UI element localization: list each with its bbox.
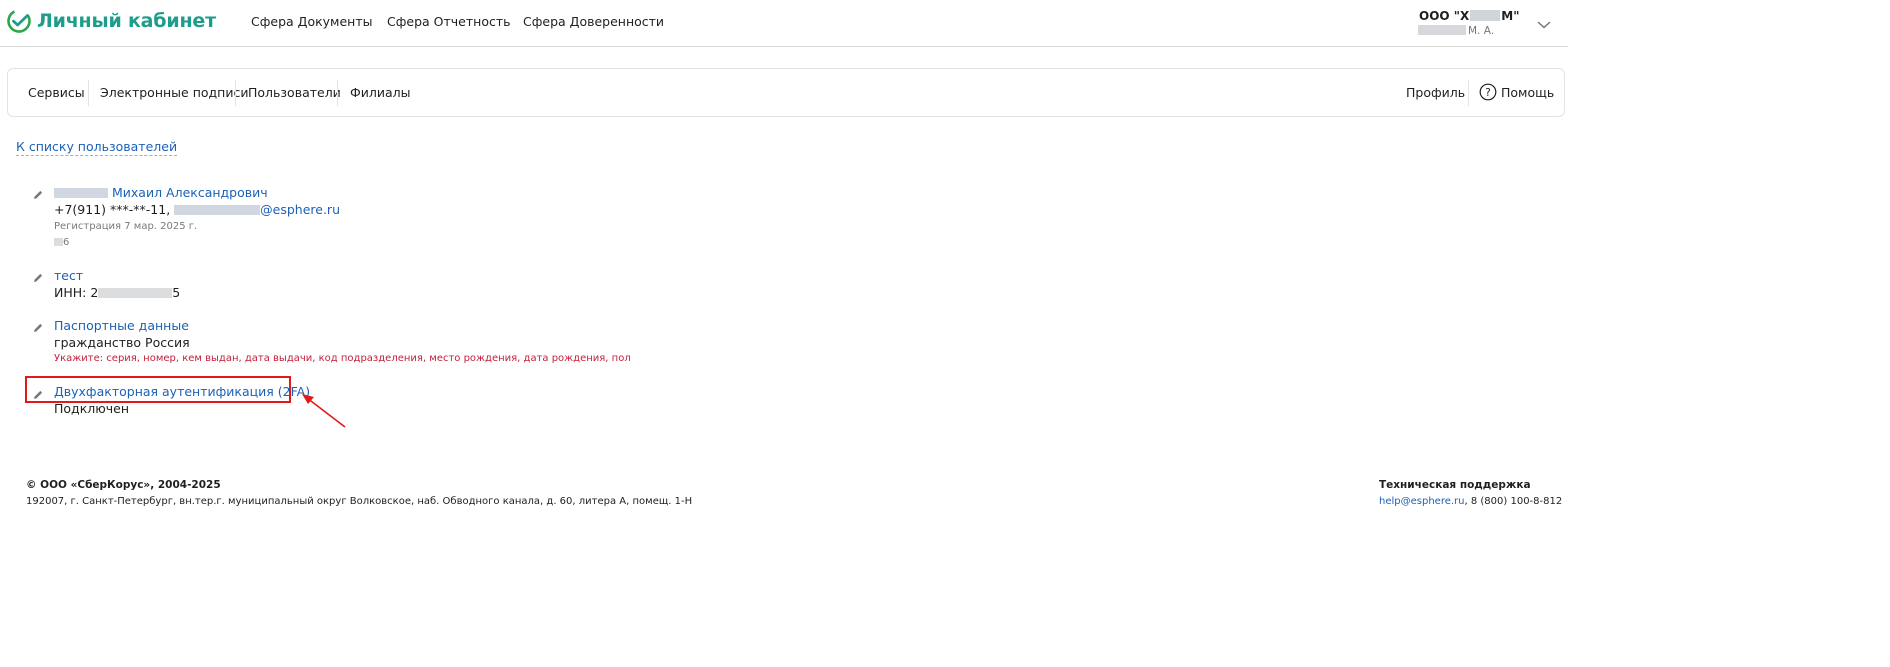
back-to-users-link[interactable]: К списку пользователей (16, 139, 178, 156)
footer-support-contacts: help@esphere.ru, 8 (800) 100-8-812 (1379, 496, 1562, 507)
help-label: Помощь (1501, 84, 1555, 100)
redacted-mask (1470, 10, 1501, 21)
divider (88, 80, 89, 106)
inn-suffix: 5 (172, 285, 181, 300)
help-button[interactable]: ? Помощь (1479, 83, 1554, 101)
redacted-mask (174, 205, 261, 215)
user-email-link[interactable]: @esphere.ru (174, 202, 340, 217)
subnav-services[interactable]: Сервисы (28, 85, 85, 100)
help-icon: ? (1479, 83, 1497, 101)
edit-pencil-icon[interactable] (32, 319, 44, 338)
logo[interactable]: Личный кабинет (6, 8, 216, 34)
inn-label: ИНН: 2 (54, 285, 99, 300)
organization-link[interactable]: тест (54, 268, 83, 283)
section-nav: Сервисы Электронные подписи Пользователи… (7, 68, 1565, 117)
footer-support-title: Техническая поддержка (1379, 479, 1531, 491)
logo-text: Личный кабинет (37, 10, 216, 32)
chevron-down-icon[interactable] (1537, 15, 1551, 34)
redacted-mask (98, 288, 173, 298)
registration-date: Регистрация 7 мар. 2025 г. (54, 221, 198, 232)
user-contacts: +7(911) ***-**-11, @esphere.ru (54, 202, 340, 217)
topnav-documents[interactable]: Сфера Документы (251, 14, 372, 29)
divider (235, 80, 236, 106)
topnav-power-of-attorney[interactable]: Сфера Доверенности (523, 14, 664, 29)
redacted-mask (54, 238, 63, 246)
company-name[interactable]: ООО "Х М" (1419, 9, 1520, 23)
subnav-users[interactable]: Пользователи (248, 85, 341, 100)
passport-warning: Укажите: серия, номер, кем выдан, дата в… (54, 353, 631, 364)
organization-inn: ИНН: 2 5 (54, 285, 180, 300)
highlight-box (25, 376, 291, 403)
company-name-suffix: М" (1501, 9, 1520, 23)
edit-pencil-icon[interactable] (32, 186, 44, 205)
topnav-reporting[interactable]: Сфера Отчетность (387, 14, 511, 29)
footer-copyright: © ООО «СберКорус», 2004-2025 (26, 479, 221, 491)
top-header: Личный кабинет Сфера Документы Сфера Отч… (0, 0, 1568, 47)
subnav-branches[interactable]: Филиалы (350, 85, 411, 100)
sber-logo-icon (7, 9, 31, 33)
footer-address: 192007, г. Санкт-Петербург, вн.тер.г. му… (26, 496, 693, 507)
divider (1468, 80, 1469, 106)
svg-text:?: ? (1485, 87, 1491, 99)
user-id-suffix: 6 (63, 237, 70, 248)
divider (337, 80, 338, 106)
user-name: Михаил Александрович (111, 185, 268, 200)
edit-pencil-icon[interactable] (32, 269, 44, 288)
support-phone: , 8 (800) 100-8-812 (1464, 496, 1563, 507)
user-id: 6 (54, 237, 69, 248)
support-email-link[interactable]: help@esphere.ru (1379, 496, 1465, 507)
company-name-prefix: ООО "Х (1419, 9, 1470, 23)
current-user-initials: М. А. (1468, 25, 1495, 37)
two-factor-status: Подключен (54, 401, 129, 416)
current-user[interactable]: М. А. (1418, 25, 1494, 37)
red-arrow-annotation (302, 394, 346, 428)
user-email-suffix: @esphere.ru (260, 202, 340, 217)
profile-link[interactable]: Профиль (1406, 85, 1465, 100)
subnav-e-signatures[interactable]: Электронные подписи (100, 85, 248, 100)
redacted-mask (54, 188, 108, 198)
user-phone: +7(911) ***-**-11, (54, 202, 171, 217)
citizenship: гражданство Россия (54, 335, 190, 350)
redacted-mask (1418, 25, 1466, 35)
user-name-link[interactable]: Михаил Александрович (54, 185, 268, 200)
passport-data-link[interactable]: Паспортные данные (54, 318, 189, 333)
